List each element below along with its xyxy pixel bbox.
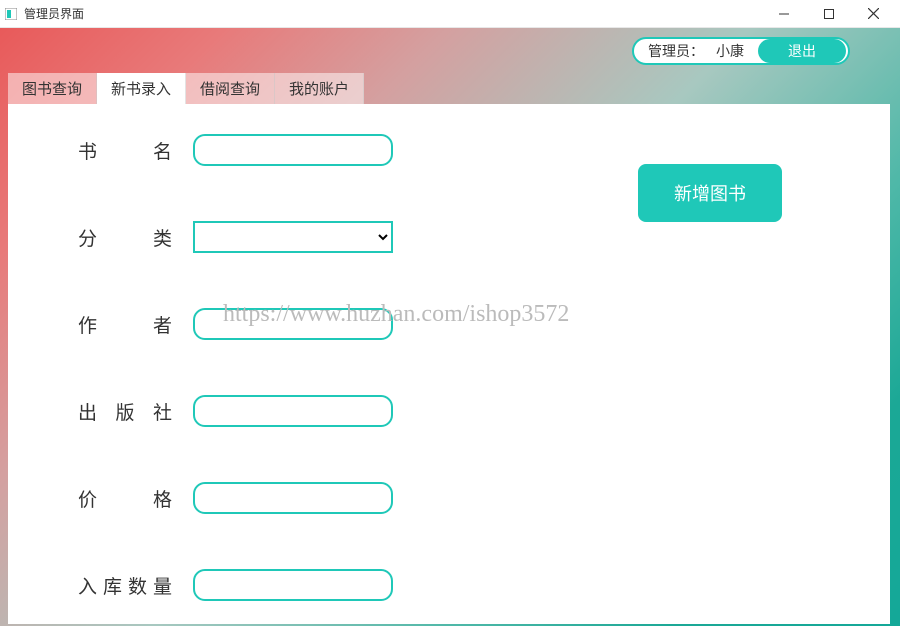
- row-book-name: 书名: [8, 134, 890, 166]
- tab-book-search[interactable]: 图书查询: [8, 73, 97, 104]
- window-controls: [761, 0, 896, 28]
- maximize-button[interactable]: [806, 0, 851, 28]
- label-price: 价格: [78, 485, 193, 512]
- minimize-button[interactable]: [761, 0, 806, 28]
- row-publisher: 出版社: [8, 395, 890, 427]
- tabs-bar: 图书查询 新书录入 借阅查询 我的账户: [0, 73, 900, 104]
- row-price: 价格: [8, 482, 890, 514]
- tab-my-account[interactable]: 我的账户: [275, 73, 364, 104]
- add-book-button[interactable]: 新增图书: [638, 164, 782, 222]
- app-icon: [4, 7, 18, 21]
- row-author: 作者: [8, 308, 890, 340]
- input-book-name[interactable]: [193, 134, 393, 166]
- label-book-name: 书名: [78, 137, 193, 164]
- input-publisher[interactable]: [193, 395, 393, 427]
- label-author: 作者: [78, 311, 193, 338]
- tab-borrow-search[interactable]: 借阅查询: [186, 73, 275, 104]
- tab-new-book[interactable]: 新书录入: [97, 73, 186, 104]
- label-quantity: 入库数量: [78, 572, 193, 599]
- admin-name: 小康: [716, 41, 744, 61]
- label-publisher: 出版社: [78, 398, 193, 425]
- label-category: 分类: [78, 224, 193, 251]
- admin-info-panel: 管理员： 小康 退出: [632, 37, 850, 65]
- close-button[interactable]: [851, 0, 896, 28]
- tab-content-new-book: 书名 分类 作者 出版社 价格 入库数量 新增图书 https://www.hu…: [8, 104, 890, 624]
- titlebar: 管理员界面: [0, 0, 900, 28]
- select-category[interactable]: [193, 221, 393, 253]
- logout-button[interactable]: 退出: [758, 39, 846, 63]
- input-author[interactable]: [193, 308, 393, 340]
- input-quantity[interactable]: [193, 569, 393, 601]
- row-category: 分类: [8, 221, 890, 253]
- content-area: 管理员： 小康 退出 图书查询 新书录入 借阅查询 我的账户 书名 分类 作者 …: [0, 28, 900, 626]
- input-price[interactable]: [193, 482, 393, 514]
- row-quantity: 入库数量: [8, 569, 890, 601]
- window-title: 管理员界面: [24, 5, 761, 22]
- admin-label: 管理员：: [648, 41, 704, 61]
- header-bar: 管理员： 小康 退出: [0, 28, 900, 73]
